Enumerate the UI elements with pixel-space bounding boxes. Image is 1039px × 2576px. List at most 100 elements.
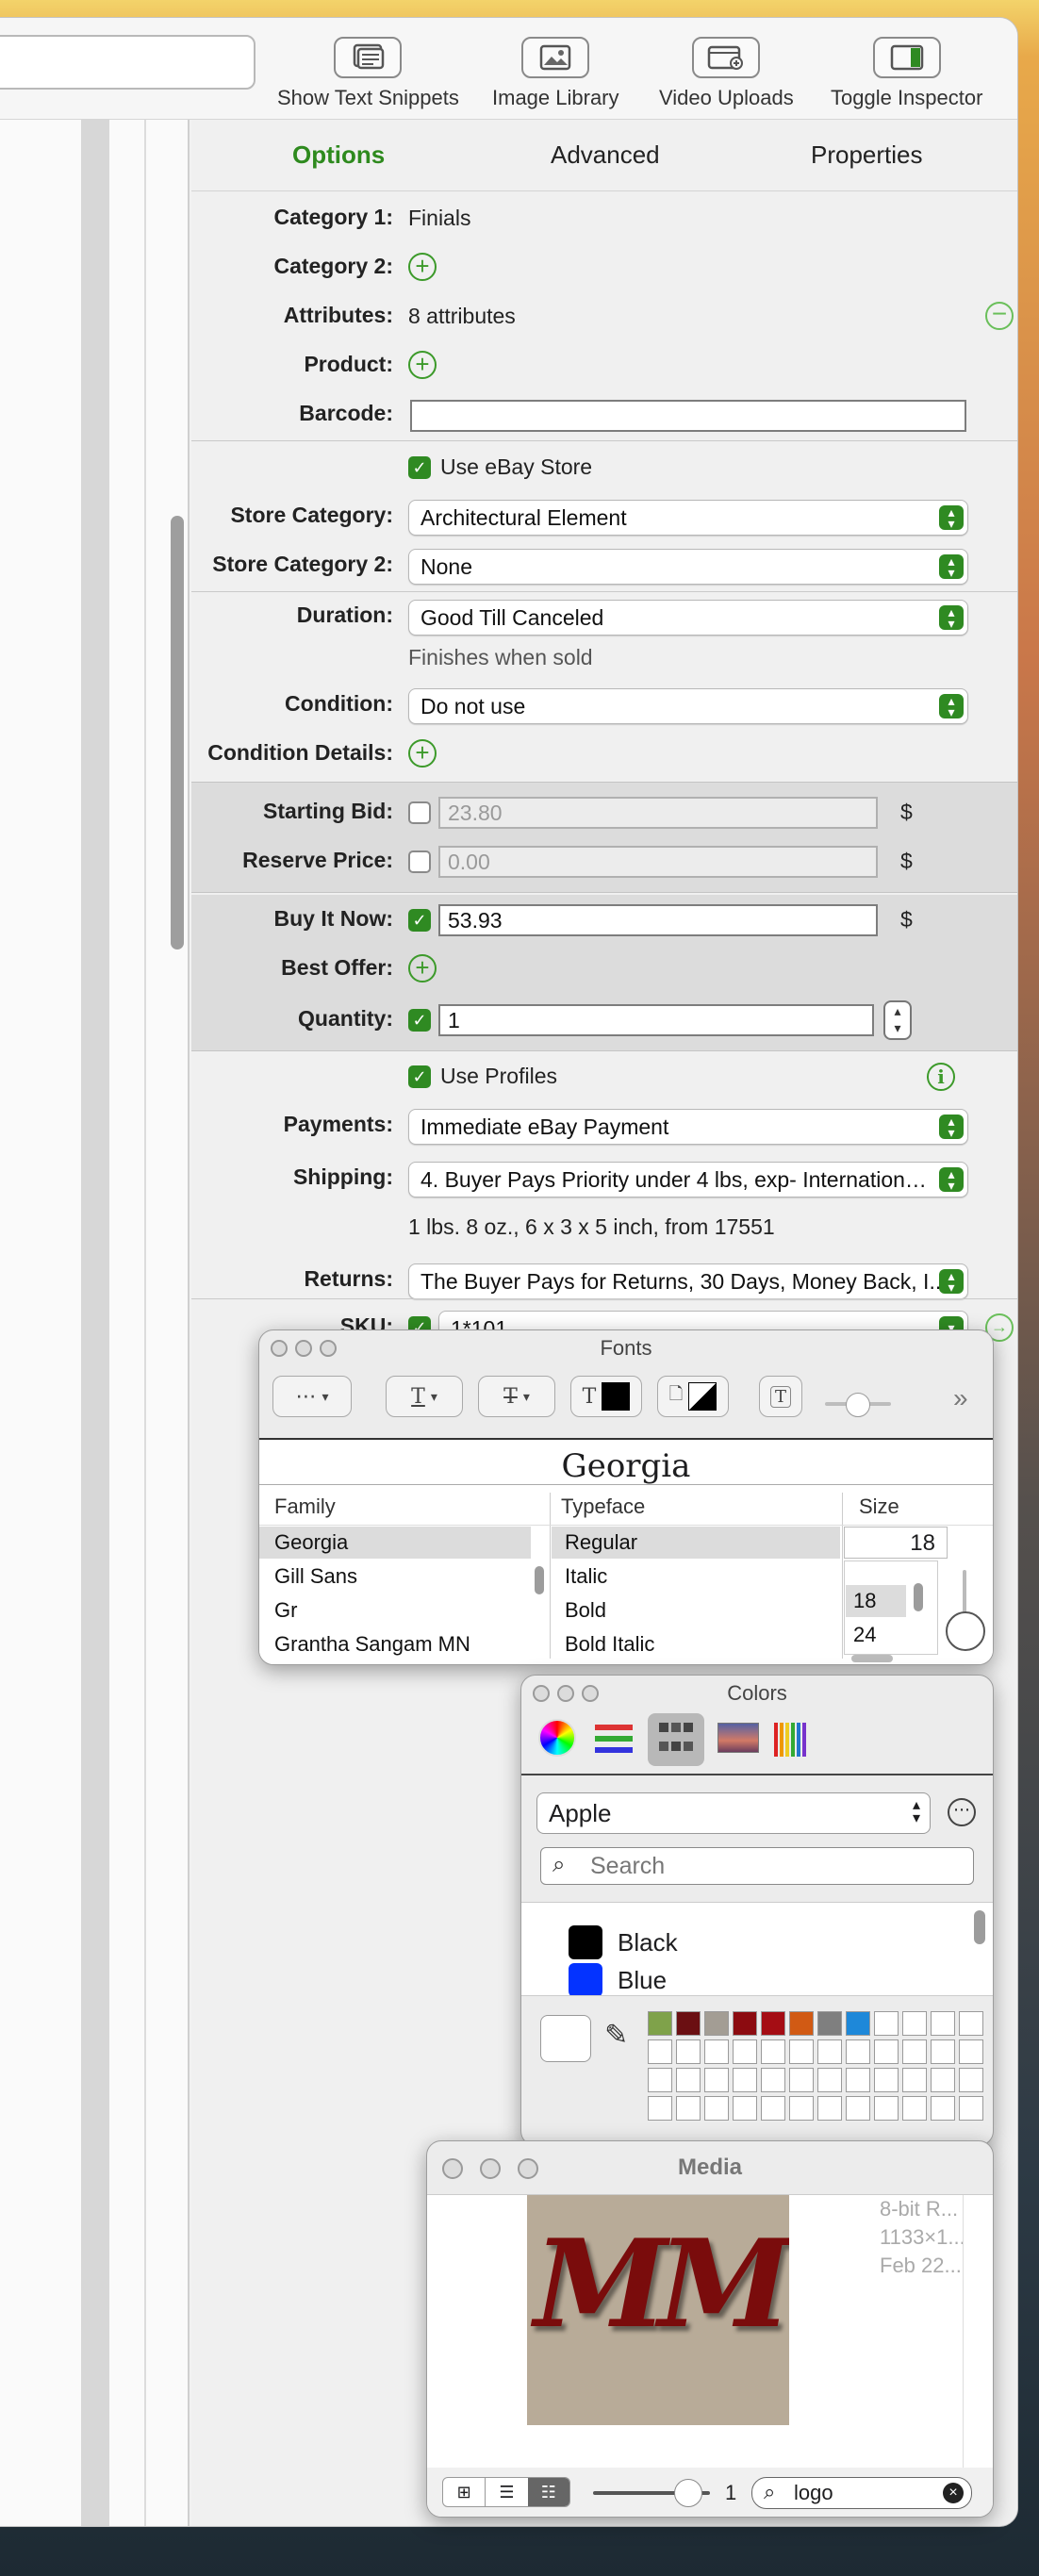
swatch[interactable]	[959, 2068, 983, 2092]
color-wheel-icon[interactable]	[538, 1719, 576, 1757]
list-view-icon[interactable]: ☰	[485, 2478, 527, 2506]
swatch[interactable]	[789, 2068, 814, 2092]
swatch[interactable]	[704, 2011, 729, 2036]
swatch[interactable]	[817, 2039, 842, 2064]
swatch[interactable]	[931, 2039, 955, 2064]
text-color-button[interactable]: T	[570, 1376, 642, 1417]
media-thumbnail[interactable]: MM	[527, 2195, 789, 2425]
image-library-button[interactable]: Image Library	[492, 37, 619, 110]
typeface-item[interactable]: Regular	[565, 1530, 637, 1555]
returns-popup[interactable]: The Buyer Pays for Returns, 30 Days, Mon…	[408, 1263, 968, 1299]
swatch[interactable]	[789, 2039, 814, 2064]
eyedropper-icon[interactable]: ✎	[604, 2019, 628, 2052]
close-button[interactable]	[271, 1340, 288, 1357]
clear-search-icon[interactable]: ×	[943, 2483, 964, 2503]
use-ebay-store-checkbox[interactable]: ✓	[408, 456, 431, 479]
quantity-stepper[interactable]: ▴ ▾	[883, 1000, 912, 1040]
swatch[interactable]	[902, 2011, 927, 2036]
swatch[interactable]	[846, 2039, 870, 2064]
store-category2-popup[interactable]: None ▴ ▾	[408, 549, 968, 585]
store-category-popup[interactable]: Architectural Element ▴ ▾	[408, 500, 968, 536]
toolbar-search-field[interactable]	[0, 35, 256, 90]
minimize-button[interactable]	[557, 1685, 574, 1702]
font-family-item[interactable]: Georgia	[274, 1530, 348, 1555]
swatch[interactable]	[931, 2096, 955, 2121]
document-color-button[interactable]: 🗋	[657, 1376, 729, 1417]
quantity-field[interactable]: 1	[438, 1004, 874, 1036]
typeface-item[interactable]: Bold Italic	[565, 1632, 654, 1657]
swatch[interactable]	[761, 2039, 785, 2064]
color-list-item[interactable]: Black	[569, 1925, 678, 1959]
swatch[interactable]	[817, 2096, 842, 2121]
family-scrollbar[interactable]	[535, 1566, 544, 1594]
color-list-scrollbar[interactable]	[974, 1910, 985, 1944]
minimize-button[interactable]	[480, 2158, 501, 2179]
swatch[interactable]	[931, 2068, 955, 2092]
palette-actions-icon[interactable]: ⋯	[948, 1798, 976, 1826]
media-search-input[interactable]: ⌕ logo ×	[751, 2477, 972, 2509]
zoom-button[interactable]	[518, 2158, 538, 2179]
tab-properties[interactable]: Properties	[811, 140, 923, 170]
close-button[interactable]	[533, 1685, 550, 1702]
swatch[interactable]	[733, 2068, 757, 2092]
listing-pane-scrollbar[interactable]	[171, 516, 184, 949]
zoom-button[interactable]	[582, 1685, 599, 1702]
tab-options[interactable]: Options	[292, 140, 385, 170]
swatch[interactable]	[676, 2039, 701, 2064]
pencils-icon[interactable]	[774, 1719, 812, 1757]
swatch[interactable]	[704, 2096, 729, 2121]
size-list-scrollbar[interactable]	[914, 1583, 923, 1611]
swatch[interactable]	[789, 2011, 814, 2036]
swatch[interactable]	[733, 2096, 757, 2121]
starting-bid-field[interactable]: 23.80	[438, 797, 878, 829]
swatch[interactable]	[959, 2096, 983, 2121]
quantity-checkbox[interactable]: ✓	[408, 1009, 431, 1032]
shipping-popup[interactable]: 4. Buyer Pays Priority under 4 lbs, exp-…	[408, 1162, 968, 1197]
swatch[interactable]	[704, 2039, 729, 2064]
font-actions-button[interactable]: ⋯ ▾	[272, 1376, 352, 1417]
starting-bid-checkbox[interactable]	[408, 801, 431, 824]
swatch[interactable]	[704, 2068, 729, 2092]
swatch[interactable]	[648, 2039, 672, 2064]
swatch[interactable]	[874, 2011, 899, 2036]
swatch[interactable]	[959, 2039, 983, 2064]
swatch[interactable]	[846, 2011, 870, 2036]
reserve-price-checkbox[interactable]	[408, 850, 431, 873]
remove-attributes-icon[interactable]: −	[985, 301, 1014, 330]
current-color-well[interactable]	[540, 2015, 591, 2062]
swatch[interactable]	[733, 2039, 757, 2064]
typeface-item[interactable]: Italic	[565, 1564, 607, 1589]
color-list-item[interactable]: Blue	[569, 1963, 667, 1995]
duration-popup[interactable]: Good Till Canceled ▴ ▾	[408, 600, 968, 636]
buy-it-now-field[interactable]: 53.93	[438, 904, 878, 936]
grid-view-icon[interactable]: ⊞	[443, 2478, 485, 2506]
palette-popup[interactable]: Apple ▴ ▾	[536, 1792, 931, 1834]
show-text-snippets-button[interactable]: Show Text Snippets	[277, 37, 459, 110]
swatch[interactable]	[874, 2068, 899, 2092]
swatch[interactable]	[648, 2011, 672, 2036]
swatch[interactable]	[874, 2039, 899, 2064]
size-list-hscrollbar[interactable]	[851, 1655, 893, 1662]
typeface-item[interactable]: Bold	[565, 1598, 606, 1623]
size-item[interactable]: 24	[853, 1623, 876, 1647]
size-slider[interactable]	[942, 1564, 989, 1655]
add-category2-icon[interactable]: +	[408, 253, 437, 281]
close-button[interactable]	[442, 2158, 463, 2179]
barcode-field[interactable]	[410, 400, 966, 432]
size-field[interactable]: 18	[844, 1527, 948, 1559]
font-family-item[interactable]: Gill Sans	[274, 1564, 357, 1589]
use-profiles-checkbox[interactable]: ✓	[408, 1065, 431, 1088]
add-product-icon[interactable]: +	[408, 351, 437, 379]
minimize-button[interactable]	[295, 1340, 312, 1357]
swatch[interactable]	[817, 2011, 842, 2036]
swatch[interactable]	[676, 2011, 701, 2036]
color-palettes-icon[interactable]	[648, 1713, 704, 1766]
font-family-item[interactable]: Gr	[274, 1598, 297, 1623]
swatch[interactable]	[959, 2011, 983, 2036]
add-condition-details-icon[interactable]: +	[408, 739, 437, 768]
color-sliders-icon[interactable]	[593, 1719, 636, 1759]
add-best-offer-icon[interactable]: +	[408, 954, 437, 983]
payments-popup[interactable]: Immediate eBay Payment ▴ ▾	[408, 1109, 968, 1145]
chevrons-right-icon[interactable]: »	[953, 1383, 968, 1413]
swatch[interactable]	[648, 2068, 672, 2092]
